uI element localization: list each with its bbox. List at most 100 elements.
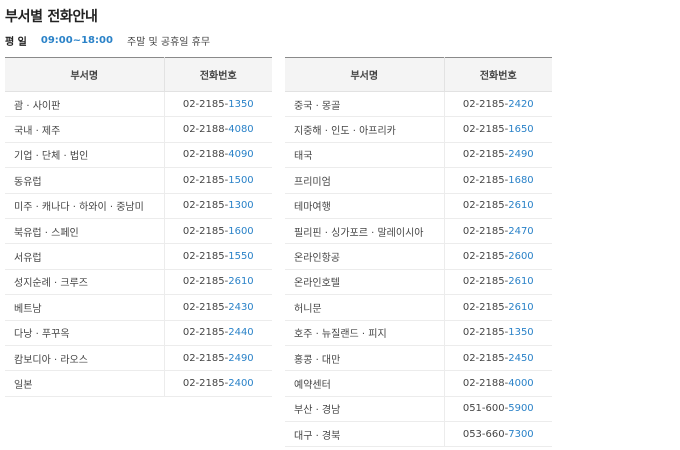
phone-prefix: 02-2185-: [462, 352, 509, 364]
phone-extension: 2490: [228, 352, 254, 364]
phone-number: 02-2185-2610: [444, 294, 552, 321]
department-name: 대구 · 경북: [285, 421, 445, 448]
phone-prefix: 02-2185-: [462, 251, 509, 263]
department-name: 홍콩 · 대만: [285, 345, 445, 372]
department-name: 기업 · 단체 · 법인: [5, 142, 165, 169]
table-row: 프리미엄 02-2185-1680: [285, 167, 552, 194]
phone-extension: 1680: [508, 174, 534, 186]
phone-extension: 1550: [228, 251, 254, 263]
phone-extension: 1350: [508, 327, 534, 339]
phone-prefix: 02-2185-: [462, 174, 509, 186]
phone-prefix: 051-600-: [462, 403, 509, 415]
department-name: 온라인항공: [285, 243, 445, 270]
table-row: 일본 02-2185-2400: [5, 370, 272, 397]
phone-extension: 2440: [228, 327, 254, 339]
department-name: 호주 · 뉴질랜드 · 피지: [285, 320, 445, 346]
table-row: 북유럽 · 스페인 02-2185-1600: [5, 218, 272, 245]
phone-number: 02-2188-4000: [444, 370, 552, 397]
phone-table-left: 부서명 전화번호 괌 · 사이판 02-2185-1350 국내 · 제주 02-21…: [5, 57, 272, 397]
phone-number: 02-2185-2420: [444, 91, 552, 118]
table-row: 괌 · 사이판 02-2185-1350: [5, 91, 272, 118]
department-name: 성지순례 · 크루즈: [5, 269, 165, 296]
department-name: 온라인호텔: [285, 269, 445, 296]
department-column-header: 부서명: [285, 57, 445, 92]
table-row: 지중해 · 인도 · 아프리카 02-2185-1650: [285, 116, 552, 143]
phone-extension: 4090: [228, 149, 254, 161]
department-name: 부산 · 경남: [285, 396, 445, 423]
phone-extension: 1600: [228, 225, 254, 237]
department-column-header: 부서명: [5, 57, 165, 92]
department-name: 북유럽 · 스페인: [5, 218, 165, 245]
phone-prefix: 02-2185-: [462, 124, 509, 136]
phone-number: 02-2185-2490: [164, 345, 272, 372]
table-row: 다낭 · 푸꾸옥 02-2185-2440: [5, 320, 272, 346]
phone-prefix: 02-2188-: [182, 124, 229, 136]
phone-extension: 2420: [508, 98, 534, 110]
table-row: 성지순례 · 크루즈 02-2185-2610: [5, 269, 272, 296]
phone-number: 02-2185-2470: [444, 218, 552, 245]
table-row: 중국 · 몽골 02-2185-2420: [285, 91, 552, 118]
phone-extension: 1650: [508, 124, 534, 136]
phone-number: 02-2185-2610: [444, 193, 552, 219]
department-name: 국내 · 제주: [5, 116, 165, 143]
department-name: 허니문: [285, 294, 445, 321]
phone-prefix: 053-660-: [462, 428, 509, 440]
table-row: 미주 · 캐나다 · 하와이 · 중남미 02-2185-1300: [5, 193, 272, 219]
phone-extension: 1350: [228, 98, 254, 110]
phone-number: 02-2185-1600: [164, 218, 272, 245]
table-row: 필리핀 · 싱가포르 · 말레이시아 02-2185-2470: [285, 218, 552, 245]
phone-number: 02-2185-2490: [444, 142, 552, 169]
department-name: 일본: [5, 370, 165, 397]
phone-extension: 1300: [228, 200, 254, 212]
phone-table-right-body: 중국 · 몽골 02-2185-2420 지중해 · 인도 · 아프리카 02-218…: [285, 91, 552, 448]
phone-extension: 2490: [508, 149, 534, 161]
department-name: 예약센터: [285, 370, 445, 397]
hours-label: 평 일: [5, 37, 27, 48]
phone-number: 02-2185-1350: [164, 91, 272, 118]
department-name: 프리미엄: [285, 167, 445, 194]
department-name: 태국: [285, 142, 445, 169]
phone-prefix: 02-2188-: [182, 149, 229, 161]
phone-prefix: 02-2185-: [182, 327, 229, 339]
phone-number: 02-2185-1300: [164, 193, 272, 219]
department-name: 베트남: [5, 294, 165, 321]
business-hours: 평 일 09:00~18:00 주말 및 공휴일 휴무: [5, 33, 210, 48]
phone-number: 02-2185-2430: [164, 294, 272, 321]
phone-extension: 2610: [508, 276, 534, 288]
phone-prefix: 02-2185-: [182, 251, 229, 263]
table-row: 캄보디아 · 라오스 02-2185-2490: [5, 345, 272, 372]
phone-column-header: 전화번호: [164, 57, 272, 92]
phone-extension: 2470: [508, 225, 534, 237]
phone-extension: 4080: [228, 124, 254, 136]
table-row: 온라인항공 02-2185-2600: [285, 243, 552, 270]
phone-extension: 4000: [508, 377, 534, 389]
phone-extension: 2600: [508, 251, 534, 263]
phone-prefix: 02-2185-: [182, 276, 229, 288]
table-row: 국내 · 제주 02-2188-4080: [5, 116, 272, 143]
phone-prefix: 02-2185-: [462, 276, 509, 288]
department-name: 캄보디아 · 라오스: [5, 345, 165, 372]
phone-prefix: 02-2185-: [182, 98, 229, 110]
phone-prefix: 02-2185-: [462, 200, 509, 212]
table-row: 부산 · 경남 051-600-5900: [285, 396, 552, 423]
phone-prefix: 02-2185-: [182, 200, 229, 212]
phone-prefix: 02-2185-: [462, 225, 509, 237]
phone-prefix: 02-2188-: [462, 377, 509, 389]
table-row: 태국 02-2185-2490: [285, 142, 552, 169]
phone-extension: 7300: [508, 428, 534, 440]
phone-number: 02-2185-1650: [444, 116, 552, 143]
department-name: 동유럽: [5, 167, 165, 194]
department-name: 지중해 · 인도 · 아프리카: [285, 116, 445, 143]
table-row: 테마여행 02-2185-2610: [285, 193, 552, 219]
phone-column-header: 전화번호: [444, 57, 552, 92]
phone-number: 053-660-7300: [444, 421, 552, 448]
department-name: 서유럽: [5, 243, 165, 270]
table-header-row: 부서명 전화번호: [5, 57, 272, 92]
phone-number: 051-600-5900: [444, 396, 552, 423]
table-row: 허니문 02-2185-2610: [285, 294, 552, 321]
table-row: 동유럽 02-2185-1500: [5, 167, 272, 194]
phone-table-right: 부서명 전화번호 중국 · 몽골 02-2185-2420 지중해 · 인도 · 아…: [285, 57, 552, 448]
phone-number: 02-2185-1350: [444, 320, 552, 346]
phone-prefix: 02-2185-: [182, 174, 229, 186]
phone-extension: 2610: [508, 200, 534, 212]
